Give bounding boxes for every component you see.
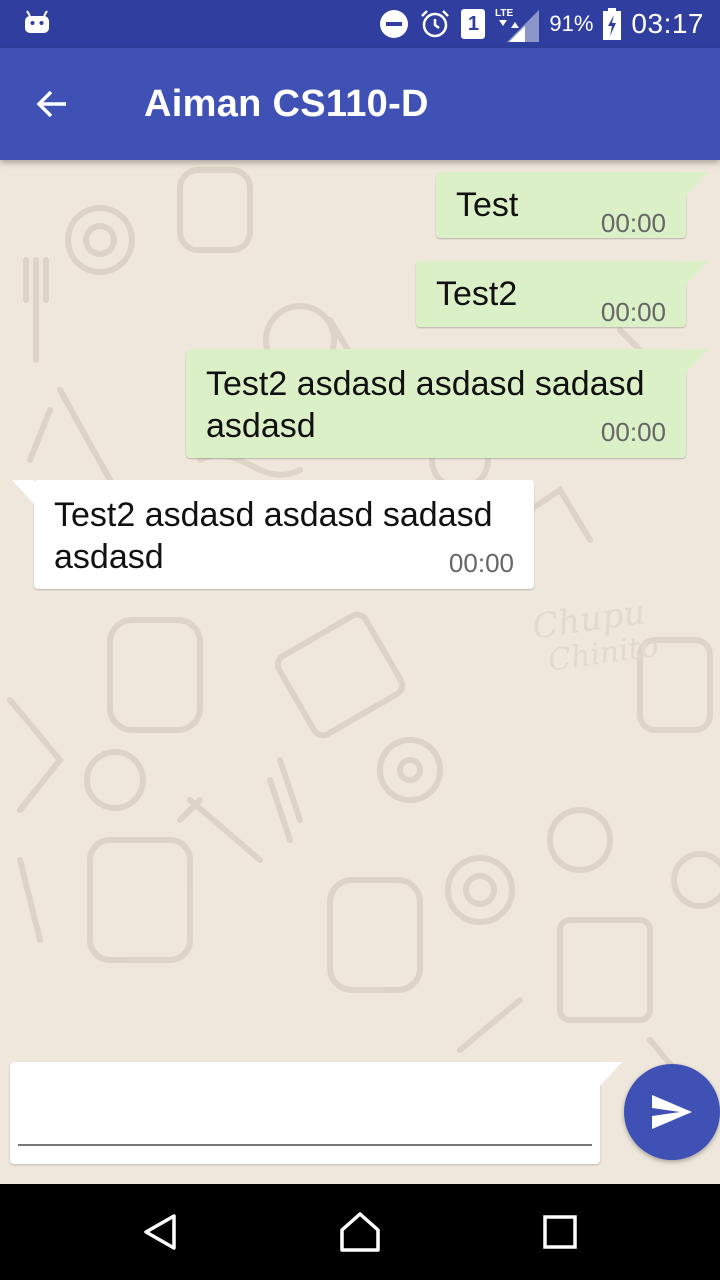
status-icons: 1 LTE 91% 03:17	[379, 0, 704, 48]
composer	[10, 1062, 600, 1164]
send-icon	[652, 1095, 692, 1129]
bubble-tail	[686, 349, 708, 373]
system-nav-bar	[0, 1184, 720, 1280]
message-time: 00:00	[600, 208, 666, 238]
message-bubble-outgoing[interactable]: Test2 00:00	[416, 261, 708, 327]
recents-icon	[543, 1215, 577, 1249]
do-not-disturb-icon	[380, 10, 409, 38]
message-time: 00:00	[600, 297, 666, 327]
app-toolbar: Aiman CS110-D	[0, 48, 720, 160]
message-input[interactable]	[18, 1076, 592, 1146]
bubble-tail	[12, 480, 34, 504]
battery-charging-icon	[603, 8, 622, 40]
bubble-tail	[686, 261, 708, 285]
message-list[interactable]: Chupu Chinito Test 00:00 Test2 00:00 Tes…	[0, 160, 720, 1184]
home-icon	[340, 1212, 380, 1252]
clock: 03:17	[631, 8, 704, 39]
android-debug-icon	[25, 10, 49, 33]
battery-percent: 91%	[549, 11, 594, 36]
lte-signal-icon: LTE	[495, 8, 540, 42]
back-button[interactable]	[24, 76, 80, 132]
message-bubble-outgoing[interactable]: Test2 asdasd asdasd sadasd asdasd 00:00	[186, 349, 708, 458]
arrow-left-icon	[36, 90, 66, 118]
send-button[interactable]	[624, 1064, 720, 1160]
bubble-tail	[686, 172, 708, 196]
sim-1-icon: 1	[461, 9, 486, 39]
status-bar: 1 LTE 91% 03:17	[0, 0, 720, 48]
nav-home-button[interactable]	[332, 1204, 388, 1260]
message-time: 00:00	[448, 548, 514, 578]
alarm-icon	[421, 10, 450, 38]
svg-text:LTE: LTE	[495, 8, 513, 19]
nav-recents-button[interactable]	[532, 1204, 588, 1260]
message-text: Test2	[436, 275, 518, 313]
back-triangle-icon	[144, 1214, 176, 1250]
message-time: 00:00	[600, 417, 666, 447]
message-bubble-outgoing[interactable]: Test 00:00	[436, 172, 708, 238]
composer-tail	[600, 1062, 622, 1086]
conversation-title: Aiman CS110-D	[144, 83, 429, 125]
nav-back-button[interactable]	[132, 1204, 188, 1260]
message-bubble-incoming[interactable]: Test2 asdasd asdasd sadasd asdasd 00:00	[12, 480, 534, 589]
message-text: Test	[456, 186, 519, 224]
